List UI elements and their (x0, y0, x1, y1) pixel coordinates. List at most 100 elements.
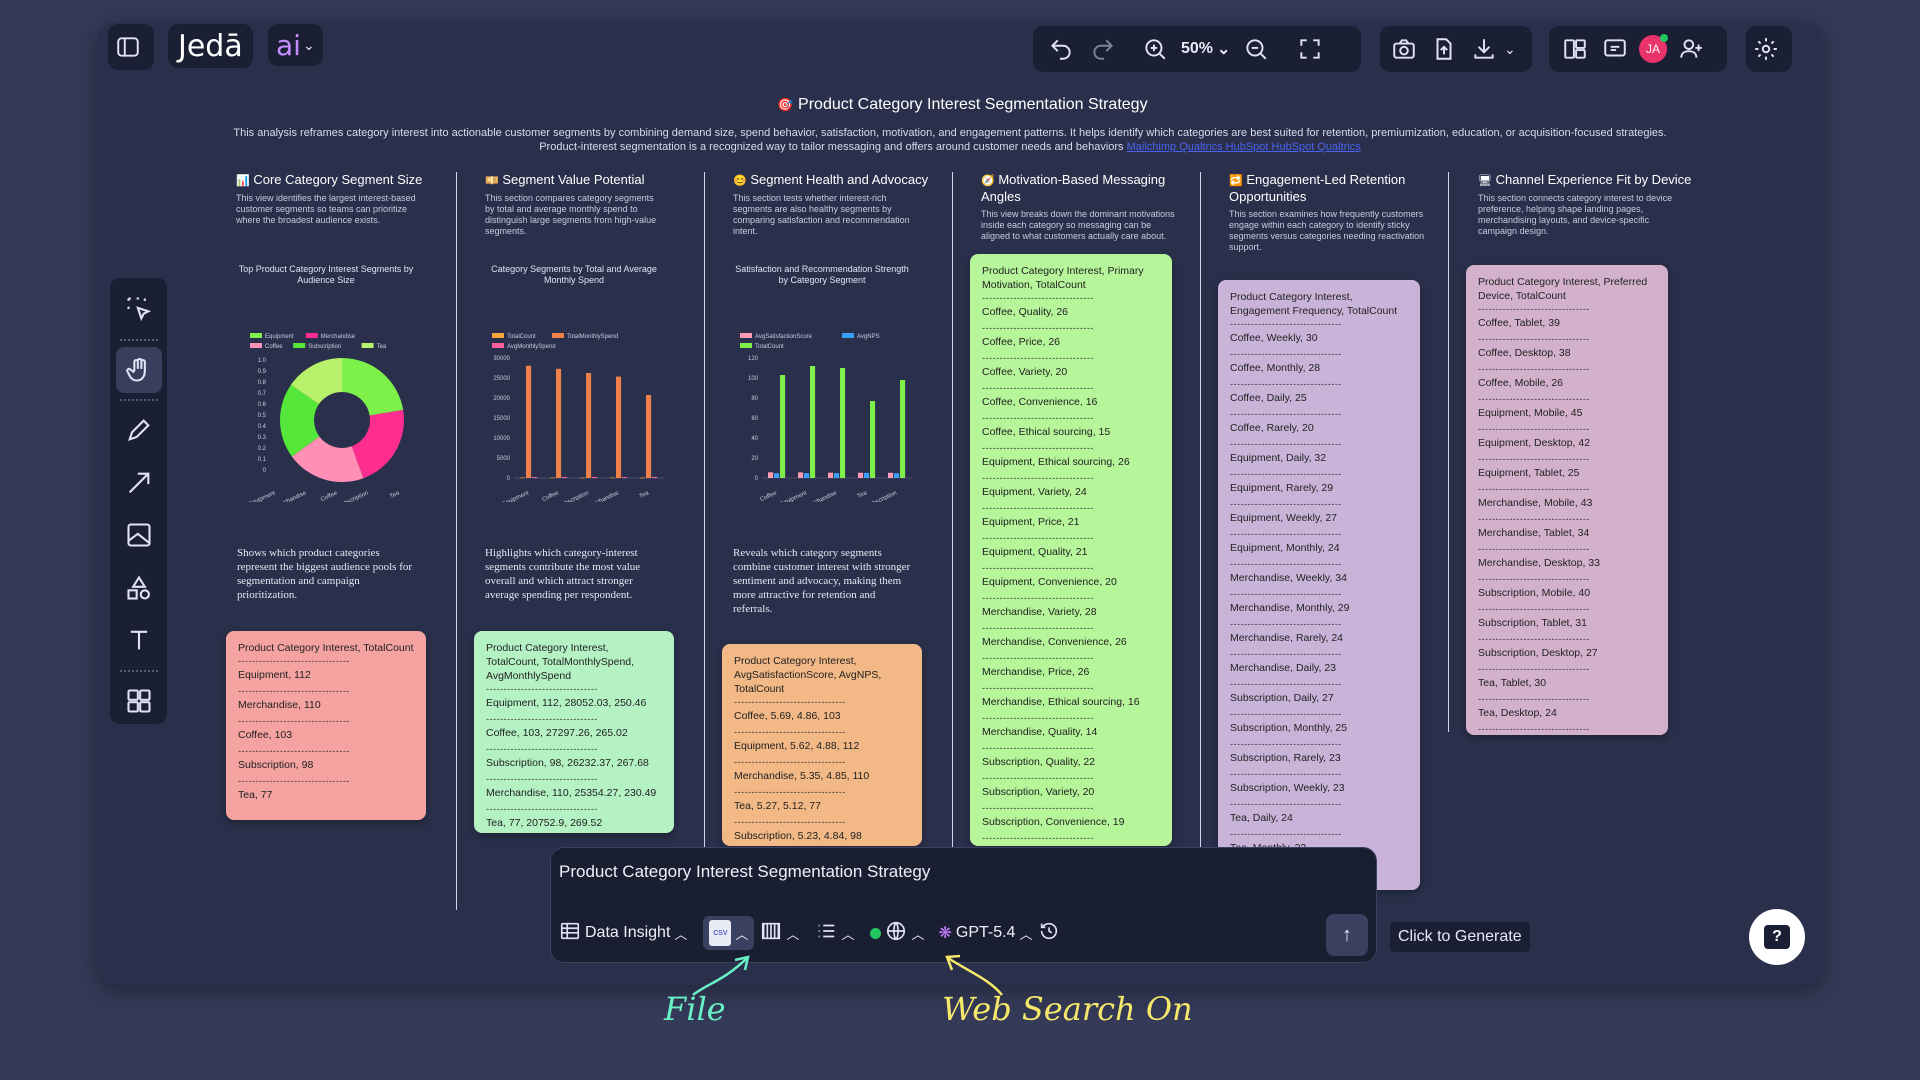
data-table-card[interactable]: Product Category Interest, Engagement Fr… (1218, 280, 1420, 890)
layout-panels-icon[interactable] (1555, 29, 1595, 69)
card-row: Equipment, 112, 28052.03, 250.46 (486, 697, 647, 709)
data-table-card[interactable]: Product Category Interest, AvgSatisfacti… (722, 644, 922, 846)
card-row: Merchandise, Variety, 28 (982, 606, 1097, 618)
columns-dropdown[interactable]: ︿ (760, 920, 799, 947)
add-user-icon[interactable] (1671, 29, 1711, 69)
grid-apps-icon[interactable] (116, 678, 162, 725)
prompt-options: Data Insight ︿ CSV ︿ ︿ ︿ ︿ ❋ GPT-5.4 ︿ (559, 916, 1060, 950)
camera-icon[interactable] (1384, 29, 1424, 69)
row-divider: - - - - - - - - - - - - - - - - - - - - … (1478, 455, 1589, 463)
row-divider: - - - - - - - - - - - - - - - - - - - - … (486, 745, 597, 753)
bar (550, 477, 556, 479)
ai-menu-button[interactable]: ai ⌄ (268, 24, 323, 66)
history-icon[interactable] (1038, 920, 1060, 947)
section-title-text: Core Category Segment Size (253, 172, 423, 187)
x-tick-label: Tea (639, 490, 651, 500)
y-tick-label: 1.0 (258, 358, 267, 364)
web-search-toggle[interactable]: ︿ (870, 920, 924, 947)
table-icon (559, 920, 581, 947)
chevron-down-icon[interactable]: ⌄ (1504, 41, 1516, 58)
presentation-icon[interactable] (1595, 29, 1635, 69)
row-divider: - - - - - - - - - - - - - - - - - - - - … (1478, 395, 1589, 403)
card-row: Tea, 77, 20752.9, 269.52 (486, 817, 603, 829)
card-header: Product Category Interest, TotalCount (238, 642, 414, 654)
source-links[interactable]: Mailchimp Qualtrics HubSpot HubSpot Qual… (1127, 141, 1361, 153)
bar (562, 476, 568, 478)
x-tick-label: Equipment (248, 490, 277, 502)
row-divider: - - - - - - - - - - - - - - - - - - - - … (734, 728, 845, 736)
card-row: Merchandise, 5.35, 4.85, 110 (734, 770, 870, 782)
list-icon (815, 920, 837, 947)
redo-icon[interactable] (1083, 29, 1123, 69)
row-divider: - - - - - - - - - - - - - - - - - - - - … (1230, 830, 1341, 838)
zoom-out-icon[interactable] (1236, 29, 1276, 69)
zoom-in-icon[interactable] (1135, 29, 1175, 69)
chevron-up-icon: ︿ (735, 926, 749, 942)
row-divider: - - - - - - - - - - - - - - - - - - - - … (1230, 590, 1341, 598)
card-row: Coffee, Mobile, 26 (1478, 377, 1564, 389)
upload-icon[interactable] (1424, 29, 1464, 69)
y-tick-label: 20 (751, 456, 758, 462)
row-divider: - - - - - - - - - - - - - - - - - - - - … (238, 687, 349, 695)
bar (652, 476, 658, 478)
card-row: Subscription, Quality, 22 (982, 756, 1096, 768)
legend-label: Coffee (265, 344, 283, 350)
download-icon[interactable] (1464, 29, 1504, 69)
card-row: Equipment, Rarely, 29 (1230, 482, 1334, 494)
chart-title: Category Segments by Total and Average M… (491, 264, 657, 285)
data-insight-dropdown[interactable]: Data Insight ︿ (559, 920, 687, 947)
text-tool-icon[interactable] (116, 617, 162, 664)
legend-label: Subscription (308, 344, 341, 350)
bar (804, 473, 810, 478)
section-title-text: Segment Health and Advocacy (750, 172, 929, 187)
list-dropdown[interactable]: ︿ (815, 920, 854, 947)
row-divider: - - - - - - - - - - - - - - - - - - - - … (1230, 620, 1341, 628)
shapes-tool-icon[interactable] (116, 565, 162, 612)
row-divider: - - - - - - - - - - - - - - - - - - - - … (1230, 560, 1341, 568)
card-row: Subscription, Variety, 20 (982, 786, 1095, 798)
data-table-card[interactable]: Product Category Interest, Primary Motiv… (970, 254, 1172, 846)
row-divider: - - - - - - - - - - - - - - - - - - - - … (982, 384, 1093, 392)
send-button[interactable]: ↑ (1326, 914, 1368, 956)
arrow-tool-icon[interactable] (116, 460, 162, 507)
card-row: Subscription, Rarely, 23 (1230, 752, 1341, 764)
section-title: 😊 Segment Health and Advocacy (733, 172, 953, 189)
y-tick-label: 0.3 (258, 435, 267, 441)
logo-button[interactable]: Jedā (168, 24, 253, 68)
select-tool-icon[interactable] (116, 286, 162, 333)
tool-divider (119, 338, 158, 341)
card-header: Product Category Interest, Preferred Dev… (1478, 276, 1648, 302)
mode-label: Data Insight (585, 924, 671, 941)
data-table-card[interactable]: Product Category Interest, TotalCount, T… (474, 631, 674, 833)
help-button[interactable]: ? (1749, 909, 1805, 965)
settings-button[interactable] (1746, 26, 1792, 72)
row-divider: - - - - - - - - - - - - - - - - - - - - … (1230, 500, 1341, 508)
pencil-tool-icon[interactable] (116, 407, 162, 454)
prompt-input[interactable]: Product Category Interest Segmentation S… (559, 862, 930, 882)
zoom-level-dropdown[interactable]: 50% ⌄ (1177, 39, 1234, 59)
legend-label: Merchandise (321, 334, 356, 340)
undo-icon[interactable] (1041, 29, 1081, 69)
data-table-card[interactable]: Product Category Interest, TotalCount - -… (226, 631, 426, 820)
data-table-card[interactable]: Product Category Interest, Preferred Dev… (1466, 265, 1668, 735)
chevron-up-icon: ︿ (786, 926, 800, 942)
row-divider: - - - - - - - - - - - - - - - - - - - - … (982, 684, 1093, 692)
sidebar-toggle-button[interactable] (108, 24, 154, 70)
card-row: Equipment, Convenience, 20 (982, 576, 1117, 588)
file-upload-button[interactable]: CSV ︿ (703, 916, 755, 950)
section-column: 🔁 Engagement-Led Retention Opportunities… (1229, 172, 1449, 253)
chevron-down-icon: ⌄ (302, 36, 315, 53)
donut-chart: Equipment MerchandiseCoffee Subscription Te… (248, 333, 404, 502)
avatar[interactable]: JA (1639, 34, 1668, 63)
card-row: Coffee, 103, 27297.26, 265.02 (486, 727, 628, 739)
model-dropdown[interactable]: ❋ GPT-5.4 ︿ (938, 923, 1032, 943)
column-divider (704, 172, 705, 852)
chevron-down-icon: ⌄ (1217, 41, 1231, 58)
card-header: Product Category Interest, Engagement Fr… (1230, 291, 1398, 317)
image-tool-icon[interactable] (116, 512, 162, 559)
section-description: This view breaks down the dominant motiv… (981, 209, 1175, 241)
card-row: Equipment, Tablet, 25 (1478, 467, 1580, 479)
bar (894, 473, 900, 478)
fit-screen-icon[interactable] (1290, 29, 1330, 69)
hand-tool-icon[interactable] (115, 346, 162, 393)
